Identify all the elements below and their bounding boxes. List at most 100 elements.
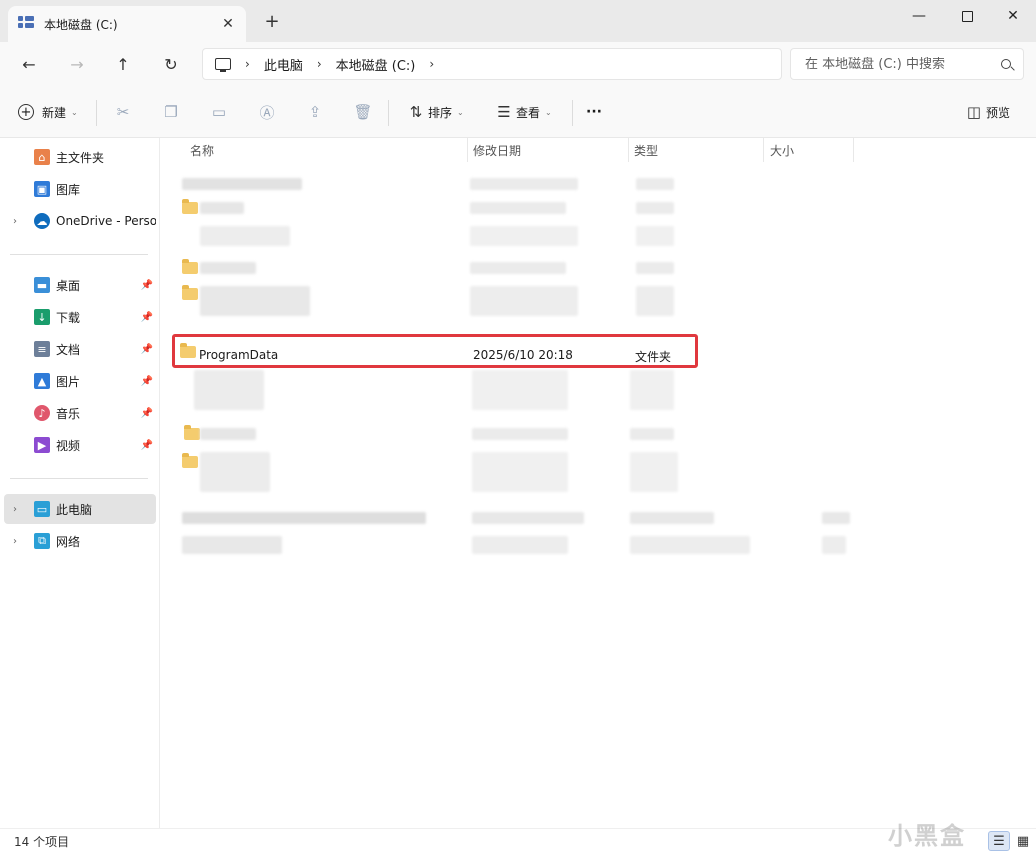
sidebar-item-downloads[interactable]: ↓ 下载 📌 <box>4 302 156 332</box>
this-pc-icon <box>215 58 231 72</box>
preview-pane-button[interactable]: ◫ 预览 <box>962 100 1010 124</box>
column-header-type[interactable]: 类型 <box>624 138 764 162</box>
sidebar-item-music[interactable]: ♪ 音乐 📌 <box>4 398 156 428</box>
sidebar-item-label: 文档 <box>56 342 81 357</box>
table-row[interactable] <box>174 536 854 560</box>
up-button[interactable]: ↑ <box>108 50 138 78</box>
sidebar-item-label: 此电脑 <box>56 502 93 517</box>
up-arrow-icon: ↑ <box>116 54 130 74</box>
download-icon: ↓ <box>34 309 50 325</box>
chevron-right-icon[interactable]: › <box>4 504 26 515</box>
view-label: 查看 <box>516 105 541 120</box>
table-row[interactable] <box>174 285 854 326</box>
column-header-date[interactable]: 修改日期 <box>463 138 629 162</box>
sidebar-item-this-pc[interactable]: › ▭ 此电脑 <box>4 494 156 524</box>
chevron-right-icon[interactable]: › <box>245 57 250 71</box>
paste-button[interactable]: ▭ <box>207 100 231 124</box>
back-button[interactable]: ← <box>14 50 44 78</box>
sidebar-item-desktop[interactable]: ▬ 桌面 📌 <box>4 270 156 300</box>
table-row[interactable] <box>174 452 854 504</box>
tab-close-icon[interactable]: ✕ <box>216 16 240 32</box>
command-bar: + 新建 ⌄ ✂ ❐ ▭ Ⓐ ⇪ 🗑 ⇅ 排序 ⌄ ☰ 查看 ⌄ ··· ◫ 预… <box>0 86 1036 138</box>
refresh-button[interactable]: ↻ <box>156 50 186 78</box>
rename-button[interactable]: Ⓐ <box>255 100 279 124</box>
delete-button[interactable]: 🗑 <box>351 100 375 124</box>
column-header-name[interactable]: 名称 <box>180 138 468 162</box>
sort-icon: ⇅ <box>409 103 423 121</box>
file-name[interactable]: ProgramData <box>199 348 278 362</box>
breadcrumb-local-disk[interactable]: 本地磁盘 (C:) <box>336 55 416 74</box>
chevron-right-icon[interactable]: › <box>4 216 26 227</box>
cut-button[interactable]: ✂ <box>111 100 135 124</box>
navigation-pane: ⌂ 主文件夹 ▣ 图库 › ☁ OneDrive - Perso ▬ 桌面 📌 … <box>0 138 160 828</box>
sidebar-item-pictures[interactable]: ▲ 图片 📌 <box>4 366 156 396</box>
trash-icon: 🗑 <box>353 103 373 121</box>
forward-button[interactable]: → <box>62 50 92 78</box>
sidebar-item-home[interactable]: ⌂ 主文件夹 <box>4 142 156 172</box>
breadcrumb-this-pc[interactable]: 此电脑 <box>264 55 303 74</box>
chevron-right-icon[interactable]: › <box>317 57 322 71</box>
pin-icon[interactable]: 📌 <box>138 280 156 291</box>
sidebar-item-network[interactable]: › ⧉ 网络 <box>4 526 156 556</box>
forward-arrow-icon: → <box>70 54 84 74</box>
table-row[interactable] <box>174 199 854 224</box>
chevron-right-icon[interactable]: › <box>429 57 434 71</box>
preview-pane-icon: ◫ <box>966 103 982 121</box>
table-row[interactable] <box>174 512 854 534</box>
status-bar: 14 个项目 ☰ ▦ <box>0 828 1036 852</box>
sort-button[interactable]: ⇅ 排序 ⌄ <box>404 100 464 124</box>
copy-icon: ❐ <box>164 103 178 121</box>
divider <box>10 478 148 479</box>
new-tab-button[interactable]: + <box>262 12 282 34</box>
table-row[interactable] <box>174 259 854 284</box>
file-date: 2025/6/10 20:18 <box>473 348 573 362</box>
sidebar-item-label: 桌面 <box>56 278 81 293</box>
pin-icon[interactable]: 📌 <box>138 376 156 387</box>
minimize-button[interactable]: — <box>896 0 942 32</box>
back-arrow-icon: ← <box>22 54 36 74</box>
new-button[interactable]: + 新建 ⌄ <box>18 100 78 124</box>
share-button[interactable]: ⇪ <box>303 100 327 124</box>
chevron-down-icon: ⌄ <box>545 107 552 117</box>
column-header-size[interactable]: 大小 <box>760 138 854 162</box>
watermark: 小黑盒 <box>888 822 966 850</box>
maximize-button[interactable] <box>944 0 990 32</box>
item-count: 14 个项目 <box>14 835 70 849</box>
sidebar-item-videos[interactable]: ▶ 视频 📌 <box>4 430 156 460</box>
chevron-down-icon: ⌄ <box>71 107 78 117</box>
search-input[interactable] <box>805 56 995 72</box>
table-row[interactable] <box>174 425 854 450</box>
rename-icon: Ⓐ <box>259 103 275 122</box>
pin-icon[interactable]: 📌 <box>138 408 156 419</box>
table-row[interactable] <box>174 370 854 422</box>
details-view-button[interactable]: ☰ <box>988 831 1010 851</box>
tiles-view-icon: ▦ <box>1016 833 1030 849</box>
copy-button[interactable]: ❐ <box>159 100 183 124</box>
more-options-button[interactable]: ··· <box>586 100 602 124</box>
pin-icon[interactable]: 📌 <box>138 440 156 451</box>
sidebar-item-label: OneDrive - Perso <box>56 214 156 228</box>
tab-local-disk[interactable]: 本地磁盘 (C:) ✕ <box>8 6 246 42</box>
tiles-view-button[interactable]: ▦ <box>1012 831 1034 851</box>
sidebar-item-onedrive[interactable]: › ☁ OneDrive - Perso <box>4 206 156 236</box>
music-icon: ♪ <box>34 405 50 421</box>
divider <box>10 254 148 255</box>
desktop-icon: ▬ <box>34 277 50 293</box>
breadcrumb[interactable]: › 此电脑 › 本地磁盘 (C:) › <box>202 48 782 80</box>
sidebar-item-documents[interactable]: ≡ 文档 📌 <box>4 334 156 364</box>
view-button[interactable]: ☰ 查看 ⌄ <box>492 100 552 124</box>
this-pc-icon: ▭ <box>34 501 50 517</box>
search-box[interactable] <box>790 48 1024 80</box>
network-icon: ⧉ <box>34 533 50 549</box>
pin-icon[interactable]: 📌 <box>138 312 156 323</box>
sort-label: 排序 <box>428 105 453 120</box>
sidebar-item-gallery[interactable]: ▣ 图库 <box>4 174 156 204</box>
table-row[interactable] <box>174 178 854 200</box>
chevron-right-icon[interactable]: › <box>4 536 26 547</box>
preview-label: 预览 <box>986 105 1011 120</box>
pin-icon[interactable]: 📌 <box>138 344 156 355</box>
folder-icon <box>180 343 196 358</box>
close-window-button[interactable]: ✕ <box>990 0 1036 32</box>
table-row[interactable] <box>174 226 854 252</box>
sidebar-item-label: 主文件夹 <box>56 150 105 165</box>
